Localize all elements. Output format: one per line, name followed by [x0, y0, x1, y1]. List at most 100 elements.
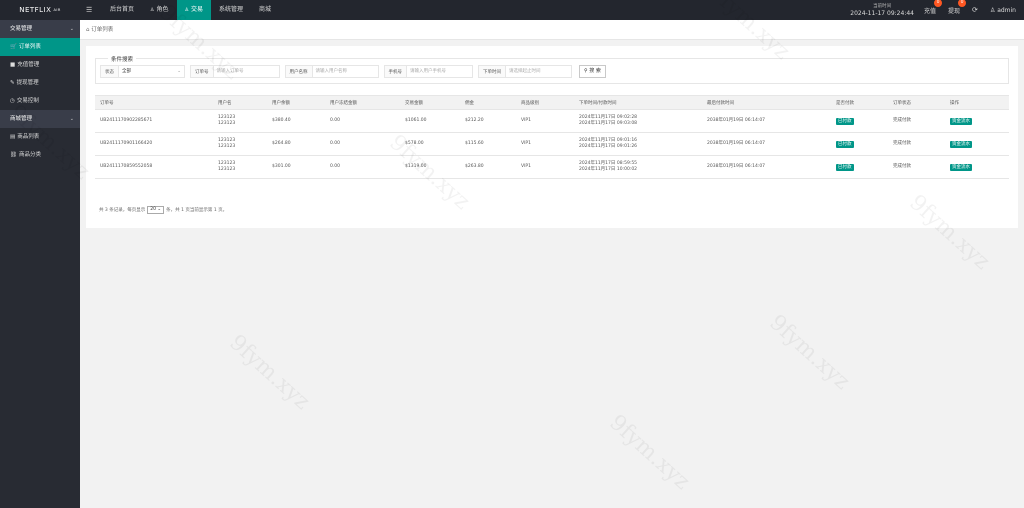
col-amount: 交易金额 [400, 95, 460, 110]
order-card: 条件搜索 状态 全部 ⌄ 订单号 请输入订单号 用户名称 请输入用户名称 手机号 … [86, 46, 1018, 228]
link-icon: ⛓ [10, 152, 17, 158]
current-time: 当前时间 2024-11-17 09:24:44 [850, 3, 914, 17]
status-label: 状态 [100, 65, 119, 78]
cell-last-pay: 2038年01月19日 06:14:07 [702, 155, 831, 179]
recharge-badge: 0 [934, 0, 942, 7]
time-value: 2024-11-17 09:24:44 [850, 10, 914, 17]
phone-label: 手机号 [383, 65, 407, 78]
cell-time: 2024年11月17日 09:02:28 2024年11月17日 09:03:08 [574, 109, 702, 133]
sidebar-item-products[interactable]: ▤ 商品列表 [0, 128, 80, 146]
col-paid: 是否付款 [831, 95, 888, 110]
paid-badge: 已付款 [836, 140, 854, 148]
col-level: 商品级别 [516, 95, 574, 110]
withdraw-badge: 0 [958, 0, 967, 7]
cell-paid: 已付款 [831, 109, 888, 133]
top-nav: 后台首页 ♙ 角色 ♙ 交易 系统管理 商城 [102, 0, 279, 20]
cell-amount: $578.00 [400, 132, 460, 156]
search-button[interactable]: ⚲ 搜 索 [579, 65, 606, 78]
top-nav-home[interactable]: 后台首页 [102, 0, 142, 20]
cell-commission: $115.60 [460, 132, 516, 156]
sidebar-group-trade[interactable]: 交易管理 ⌄ [0, 20, 80, 38]
username-input[interactable]: 请输入用户名称 [312, 65, 379, 78]
cell-order: UB2411170901166420 [95, 132, 213, 156]
clock-icon: ◷ [10, 98, 15, 104]
cell-last-pay: 2038年01月19日 06:14:07 [702, 132, 831, 156]
order-table: 订单号 用户名 用户余额 用户冻结金额 交易金额 佣金 商品级别 下单时间/付款… [95, 95, 1009, 179]
order-input[interactable]: 请输入订单号 [213, 65, 280, 78]
cell-commission: $212.20 [460, 109, 516, 133]
table-row: UB2411170901166420 123123 123123 $264.80 … [95, 132, 1009, 156]
top-nav-system[interactable]: 系统管理 [211, 0, 251, 20]
top-bar: NETFLIX AIR ☰ 后台首页 ♙ 角色 ♙ 交易 系统管理 商城 当前时间 2… [0, 0, 1024, 20]
cell-frozen: 0.00 [325, 155, 400, 179]
cell-balance: $301.00 [267, 155, 325, 179]
cell-paid: 已付款 [831, 132, 888, 156]
cell-user: 123123 123123 [213, 109, 267, 133]
cell-balance: $264.80 [267, 132, 325, 156]
sidebar-item-orders[interactable]: 🛒 订单列表 [0, 38, 80, 56]
refresh-icon[interactable]: ⟳ [972, 6, 978, 14]
top-nav-roles[interactable]: ♙ 角色 [142, 0, 177, 20]
wrench-icon: ✎ [10, 80, 15, 86]
col-commission: 佣金 [460, 95, 516, 110]
cart-icon: 🛒 [10, 44, 17, 50]
time-label: 当前时间 [873, 4, 892, 9]
cell-amount: $1061.00 [400, 109, 460, 133]
search-legend: 条件搜索 [108, 55, 137, 63]
col-time: 下单时间/付款时间 [574, 95, 702, 110]
top-nav-trade[interactable]: ♙ 交易 [176, 0, 212, 20]
col-last-pay: 最后付款时间 [702, 95, 831, 110]
recharge-link[interactable]: 充值 0 [924, 0, 942, 15]
user-menu[interactable]: ♙ admin [990, 7, 1016, 14]
cell-level: VIP1 [516, 132, 574, 156]
time-range-input[interactable]: 请选择起止时间 [506, 65, 572, 78]
paid-badge: 已付款 [836, 117, 854, 125]
sidebar-item-categories[interactable]: ⛓ 商品分类 [0, 146, 80, 164]
sidebar-item-trade-control[interactable]: ◷ 交易控制 [0, 92, 80, 110]
cell-amount: $1319.00 [400, 155, 460, 179]
search-filters: 状态 全部 ⌄ 订单号 请输入订单号 用户名称 请输入用户名称 手机号 请输入用户… [100, 65, 606, 78]
cell-op: 资金流水 [945, 109, 1009, 133]
fund-flow-button[interactable]: 资金流水 [950, 163, 972, 171]
cell-order: UB2411170902285671 [95, 109, 213, 133]
list-icon: ▤ [10, 134, 16, 140]
sidebar-item-recharge[interactable]: ■ 充值管理 [0, 56, 80, 74]
menu-toggle-icon[interactable]: ☰ [86, 0, 92, 20]
page-size-select[interactable]: 20 ⌄ [147, 206, 165, 214]
chat-icon: ■ [10, 62, 16, 68]
user-icon: ♙ [184, 7, 189, 13]
pager-prefix: 共 3 条记录，每页显示 [99, 208, 146, 213]
withdraw-link[interactable]: 提现 0 [948, 0, 967, 15]
phone-input[interactable]: 请输入用户手机号 [407, 65, 473, 78]
fund-flow-button[interactable]: 资金流水 [950, 117, 972, 125]
username-label: 用户名称 [284, 65, 313, 78]
cell-user: 123123 123123 [213, 155, 267, 179]
top-nav-mall[interactable]: 商城 [251, 0, 279, 20]
table-row: UB2411170859552058 123123 123123 $301.00 … [95, 155, 1009, 179]
chevron-down-icon: ⌄ [69, 26, 74, 32]
cell-state: 完成付款 [888, 109, 945, 133]
table-header: 订单号 用户名 用户余额 用户冻结金额 交易金额 佣金 商品级别 下单时间/付款… [95, 95, 1009, 110]
sidebar-item-withdraw[interactable]: ✎ 提现管理 [0, 74, 80, 92]
cell-time: 2024年11月17日 08:59:55 2024年11月17日 10:00:02 [574, 155, 702, 179]
breadcrumb: ⌂ 订单列表 [80, 20, 1024, 40]
col-order: 订单号 [95, 95, 213, 110]
app-logo[interactable]: NETFLIX AIR [0, 0, 80, 20]
cell-user: 123123 123123 [213, 132, 267, 156]
cell-op: 资金流水 [945, 155, 1009, 179]
sidebar-group-mall[interactable]: 商城管理 ⌄ [0, 110, 80, 128]
fund-flow-button[interactable]: 资金流水 [950, 140, 972, 148]
order-label: 订单号 [190, 65, 214, 78]
status-select[interactable]: 全部 ⌄ [119, 65, 185, 78]
cell-paid: 已付款 [831, 155, 888, 179]
cell-state: 完成付款 [888, 155, 945, 179]
col-state: 订单状态 [888, 95, 945, 110]
top-right: 当前时间 2024-11-17 09:24:44 充值 0 提现 0 ⟳ ♙ a… [850, 0, 1024, 20]
cell-order: UB2411170859552058 [95, 155, 213, 179]
main-content: ⌂ 订单列表 条件搜索 状态 全部 ⌄ 订单号 请输入订单号 用户名称 请输入用户… [80, 20, 1024, 508]
search-panel: 条件搜索 状态 全部 ⌄ 订单号 请输入订单号 用户名称 请输入用户名称 手机号 … [95, 55, 1009, 84]
col-op: 操作 [945, 95, 1009, 110]
col-frozen: 用户冻结金额 [325, 95, 400, 110]
cell-op: 资金流水 [945, 132, 1009, 156]
user-icon: ♙ [150, 7, 155, 13]
